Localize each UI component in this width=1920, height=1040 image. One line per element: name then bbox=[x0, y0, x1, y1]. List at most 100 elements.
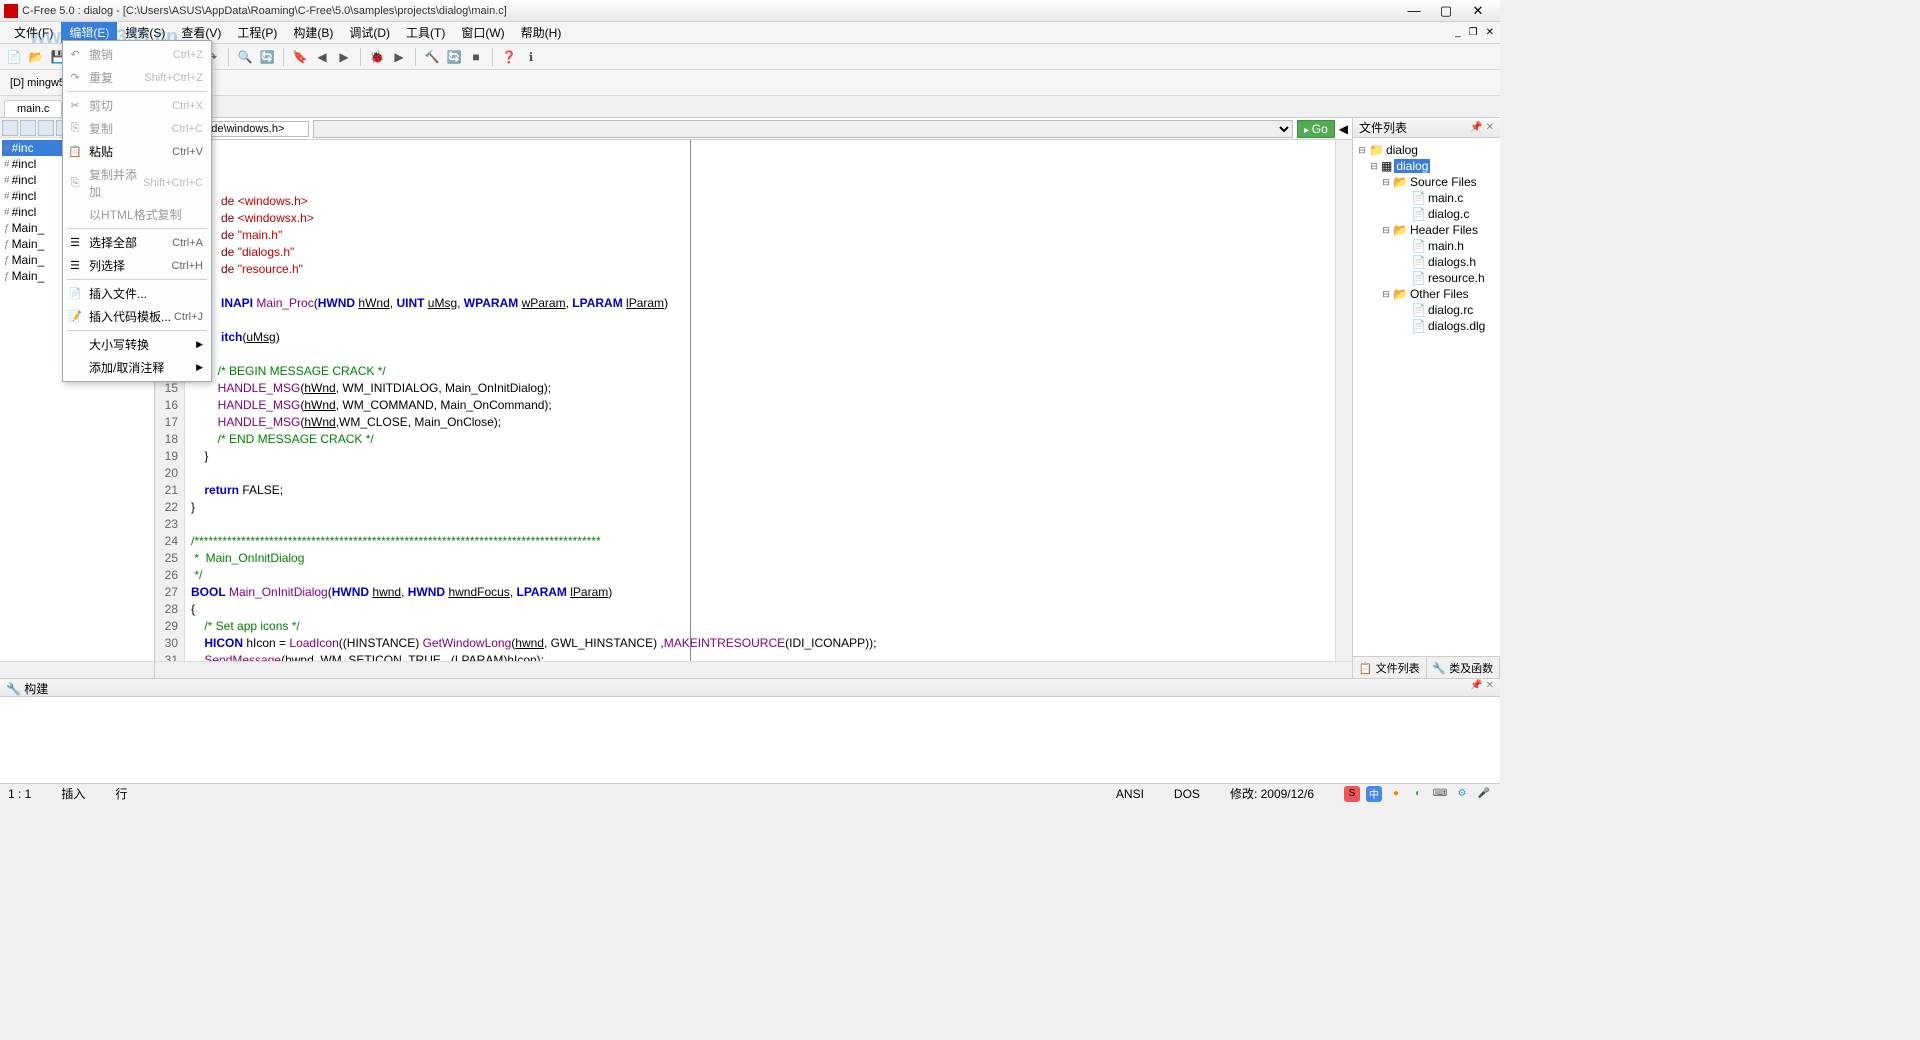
menu-separator bbox=[67, 91, 207, 92]
menu-help[interactable]: 帮助(H) bbox=[513, 22, 570, 43]
title-bar: C-Free 5.0 : dialog - [C:\Users\ASUS\App… bbox=[0, 0, 1500, 22]
tray-icon-1[interactable]: S bbox=[1344, 786, 1360, 802]
mdi-restore[interactable]: ❐ bbox=[1467, 27, 1480, 38]
editor-vscroll[interactable] bbox=[1335, 140, 1352, 661]
replace-icon[interactable]: 🔄 bbox=[257, 47, 277, 67]
tab-main-c[interactable]: main.c bbox=[4, 100, 62, 117]
menu-item-选择全部[interactable]: ☰选择全部Ctrl+A bbox=[63, 231, 211, 254]
build-pin-icon[interactable]: 📌 ✕ bbox=[1470, 680, 1494, 695]
symbol-select[interactable] bbox=[313, 120, 1293, 138]
status-encoding: ANSI bbox=[1116, 787, 1144, 801]
window-title: C-Free 5.0 : dialog - [C:\Users\ASUS\App… bbox=[22, 5, 1404, 17]
menu-item-以HTML格式复制: 以HTML格式复制 bbox=[63, 203, 211, 226]
prev-bm-icon[interactable]: ◀ bbox=[312, 47, 332, 67]
tree-item[interactable]: ⊟▦ dialog bbox=[1357, 158, 1496, 174]
go-button[interactable]: ▸ Go bbox=[1297, 120, 1335, 138]
status-mode: 插入 bbox=[61, 785, 85, 802]
code-area[interactable]: 1234567891011121314151617181920212223242… bbox=[155, 140, 1352, 661]
tree-item[interactable]: 📄 main.h bbox=[1357, 238, 1496, 254]
menu-bar: 文件(F) 编辑(E) 搜索(S) 查看(V) 工程(P) 构建(B) 调试(D… bbox=[0, 22, 1500, 44]
mdi-close[interactable]: ✕ bbox=[1484, 27, 1496, 38]
menu-item-列选择[interactable]: ☰列选择Ctrl+H bbox=[63, 254, 211, 277]
file-tree[interactable]: ⊟📁 dialog⊟▦ dialog⊟📂 Source Files📄 main.… bbox=[1353, 138, 1500, 656]
build-title: 构建 bbox=[24, 682, 48, 696]
tree-item[interactable]: ⊟📁 dialog bbox=[1357, 142, 1496, 158]
sort-icon[interactable] bbox=[2, 120, 18, 136]
cursor-column-line bbox=[690, 140, 691, 661]
tree-item[interactable]: ⊟📂 Other Files bbox=[1357, 286, 1496, 302]
menu-file[interactable]: 文件(F) bbox=[6, 22, 61, 43]
compiler-selector[interactable]: [D] mingw5 bbox=[4, 77, 71, 89]
minimize-button[interactable]: — bbox=[1404, 3, 1424, 19]
filter-icon[interactable] bbox=[20, 120, 36, 136]
main-area: # #inc# #incl# #incl# #incl# #inclƒ Main… bbox=[0, 118, 1500, 678]
file-tabs: main.c bbox=[0, 96, 1500, 118]
menu-item-撤销: ↶撤销Ctrl+Z bbox=[63, 43, 211, 66]
status-position: 1 : 1 bbox=[8, 787, 31, 801]
file-list-title: 文件列表 bbox=[1359, 119, 1407, 136]
tree-item[interactable]: 📄 dialogs.h bbox=[1357, 254, 1496, 270]
app-icon bbox=[4, 4, 18, 18]
tray-icon-3[interactable]: ● bbox=[1388, 786, 1404, 802]
build-icon: 🔧 bbox=[6, 682, 21, 696]
open-icon[interactable]: 📂 bbox=[26, 47, 46, 67]
tray-keyboard-icon[interactable]: ⌨ bbox=[1432, 786, 1448, 802]
system-tray: S 中 ● ◐ ⌨ ⚙ 🎤 bbox=[1344, 786, 1492, 802]
find-icon[interactable]: 🔍 bbox=[235, 47, 255, 67]
tree-item[interactable]: ⊟📂 Source Files bbox=[1357, 174, 1496, 190]
bookmark-icon[interactable]: 🔖 bbox=[290, 47, 310, 67]
editor: ▸ Go ◀ 123456789101112131415161718192021… bbox=[155, 118, 1352, 678]
tray-icon-6[interactable]: ⚙ bbox=[1454, 786, 1470, 802]
file-list-header: 文件列表 📌 ✕ bbox=[1353, 118, 1500, 138]
tree-item[interactable]: 📄 dialog.rc bbox=[1357, 302, 1496, 318]
menu-debug[interactable]: 调试(D) bbox=[341, 22, 398, 43]
info-icon[interactable]: ℹ bbox=[521, 47, 541, 67]
debug-icon[interactable]: 🐞 bbox=[367, 47, 387, 67]
menu-separator bbox=[67, 228, 207, 229]
edit-dropdown[interactable]: ↶撤销Ctrl+Z↷重复Shift+Ctrl+Z✂剪切Ctrl+X⎘复制Ctrl… bbox=[62, 40, 212, 382]
tray-icon-4[interactable]: ◐ bbox=[1410, 786, 1426, 802]
editor-hscroll[interactable] bbox=[155, 661, 1352, 678]
tree-item[interactable]: ⊟📂 Header Files bbox=[1357, 222, 1496, 238]
menu-item-大小写转换[interactable]: 大小写转换▶ bbox=[63, 333, 211, 356]
menu-item-粘贴[interactable]: 📋粘贴Ctrl+V bbox=[63, 140, 211, 163]
toolbar-main: 📄 📂 💾 💾 ✂ ⎘ 📋 ↶ ↷ 🔍 🔄 🔖 ◀ ▶ 🐞 ▶ 🔨 🔄 ■ ❓ … bbox=[0, 44, 1500, 70]
mdi-minimize[interactable]: _ bbox=[1453, 27, 1463, 38]
menu-tools[interactable]: 工具(T) bbox=[398, 22, 453, 43]
build-icon[interactable]: 🔨 bbox=[422, 47, 442, 67]
build-output[interactable] bbox=[0, 697, 1500, 782]
new-icon[interactable]: 📄 bbox=[4, 47, 24, 67]
help-icon[interactable]: ❓ bbox=[499, 47, 519, 67]
menu-separator bbox=[67, 330, 207, 331]
tree-item[interactable]: 📄 dialogs.dlg bbox=[1357, 318, 1496, 334]
tree-item[interactable]: 📄 main.c bbox=[1357, 190, 1496, 206]
build-panel: 🔧 构建 📌 ✕ bbox=[0, 678, 1500, 783]
menu-window[interactable]: 窗口(W) bbox=[453, 22, 512, 43]
menu-item-插入代码模板...[interactable]: 📝插入代码模板...Ctrl+J bbox=[63, 305, 211, 328]
pin-icon[interactable]: 📌 ✕ bbox=[1470, 122, 1494, 133]
stop-icon[interactable]: ■ bbox=[466, 47, 486, 67]
tab-class-func[interactable]: 🔧 类及函数 bbox=[1427, 657, 1501, 678]
run-icon[interactable]: ▶ bbox=[389, 47, 409, 67]
outline-hscroll[interactable] bbox=[0, 661, 154, 678]
menu-item-添加/取消注释[interactable]: 添加/取消注释▶ bbox=[63, 356, 211, 379]
toolbar-compiler: [D] mingw5 ⚙ 🔗 🔴 ⤵ bbox=[0, 70, 1500, 96]
tree-item[interactable]: 📄 dialog.c bbox=[1357, 206, 1496, 222]
next-bm-icon[interactable]: ▶ bbox=[334, 47, 354, 67]
menu-build[interactable]: 构建(B) bbox=[285, 22, 341, 43]
status-bar: 1 : 1 插入 行 ANSI DOS 修改: 2009/12/6 S 中 ● … bbox=[0, 783, 1500, 803]
rebuild-icon[interactable]: 🔄 bbox=[444, 47, 464, 67]
menu-item-重复: ↷重复Shift+Ctrl+Z bbox=[63, 66, 211, 89]
tab-file-list[interactable]: 📋 文件列表 bbox=[1353, 657, 1427, 678]
code-text[interactable]: de <windows.h> de <windowsx.h> de "main.… bbox=[185, 140, 1335, 661]
menu-separator bbox=[67, 279, 207, 280]
tray-mic-icon[interactable]: 🎤 bbox=[1476, 786, 1492, 802]
menu-project[interactable]: 工程(P) bbox=[229, 22, 285, 43]
tray-ime-icon[interactable]: 中 bbox=[1366, 786, 1382, 802]
group-icon[interactable] bbox=[38, 120, 54, 136]
close-button[interactable]: ✕ bbox=[1468, 3, 1488, 19]
tree-item[interactable]: 📄 resource.h bbox=[1357, 270, 1496, 286]
maximize-button[interactable]: ▢ bbox=[1436, 3, 1456, 19]
nav-back-icon[interactable]: ◀ bbox=[1339, 122, 1348, 136]
menu-item-插入文件...[interactable]: 📄插入文件... bbox=[63, 282, 211, 305]
